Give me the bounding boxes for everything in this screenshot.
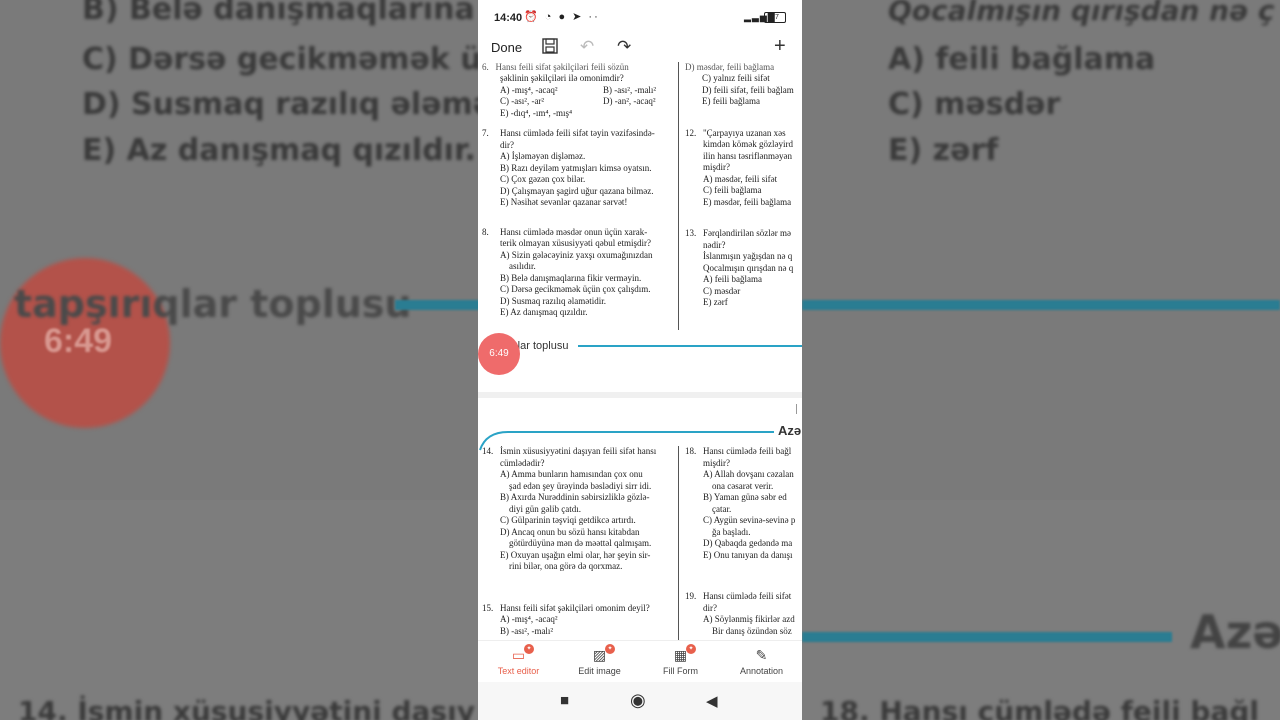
q19-text: Hansı cümlədə feili sifət dir? A) Söylən… (703, 591, 795, 636)
q7-text: Hansı cümlədə feili sifət təyin vəzifəsi… (500, 128, 655, 207)
editor-toolbar: Done ↶ ↷ + (478, 34, 802, 62)
q12-text: "Çarpayıya uzanan xəs kimdən kömək gözlə… (703, 127, 793, 207)
notification-icons: ⏰ ◔ ● ➤ ·· (524, 11, 600, 23)
home-icon[interactable]: ◉ (630, 690, 646, 711)
q6-text: şəklinin şəkilçiləri ilə omonimdir? (500, 73, 624, 83)
q13-number: 13. (685, 228, 697, 238)
bg-text-line: E) Az danışmaq qızıldır. (82, 133, 476, 168)
bg-text-right: C) məsdər (888, 87, 1061, 122)
edit-image-icon: ▨ ✦ (559, 644, 640, 664)
status-bar: 14:40 ⏰ ◔ ● ➤ ·· ▂▃▅▇ 77 (478, 0, 802, 34)
add-icon[interactable]: + (774, 35, 786, 58)
bg-text-line: C) Dərsə gecikməmək üç (82, 42, 500, 77)
question-15: 15. Hansı feili sifət şəkilçiləri omonim… (482, 603, 675, 638)
bg-text-right: E) zərf (888, 133, 999, 168)
question-14: 14. İsmin xüsusiyyətini daşıyan feili si… (482, 446, 675, 573)
question-8: 8. Hansı cümlədə məsdər onun üçün xarak-… (482, 227, 675, 319)
bg-teal-line (395, 300, 480, 310)
bg-teal-line (802, 300, 1280, 310)
record-timer-button[interactable]: 6:49 (478, 333, 520, 375)
column-divider (678, 446, 679, 640)
q13-text: Fərqləndirilən sözlər mə nədir? İslanmış… (703, 228, 794, 307)
fill-form-icon: ▦ ✦ (640, 644, 721, 664)
pro-badge-icon: ✦ (686, 644, 696, 654)
tab-label: Annotation (739, 666, 784, 676)
q18-text: Hansı cümlədə feili bağl mişdir? A) Alla… (703, 446, 796, 560)
q6-option-c: C) -ası², -ar² (500, 96, 545, 106)
bg-text-right: A) feili bağlama (888, 42, 1156, 77)
phone-screen: 14:40 ⏰ ◔ ● ➤ ·· ▂▃▅▇ 77 Done ↶ ↷ + 6. H… (478, 0, 802, 720)
page-bottom-left-column: 14. İsmin xüsusiyyətini daşıyan feili si… (482, 446, 675, 637)
bg-text-line: D) Susmaq razılıq ələmət (82, 87, 508, 122)
question-12: 12. "Çarpayıya uzanan xəs kimdən kömək g… (685, 128, 802, 209)
tab-label: Text editor (497, 666, 540, 676)
section-title-aze: Azə (778, 423, 802, 438)
q8-number: 8. (482, 226, 489, 237)
bg-text-line: B) Belə danışmaqlarına f (82, 0, 499, 27)
q7-number: 7. (482, 128, 489, 138)
page-bottom-right-column: 18. Hansı cümlədə feili bağl mişdir? A) … (685, 446, 802, 637)
tab-annotation[interactable]: ✎ Annotation (721, 641, 802, 683)
bg-section-label: tapşırıqlar toplusu (14, 282, 412, 326)
annotation-icon: ✎ (755, 647, 768, 663)
question-13: 13. Fərqləndirilən sözlər mə nədir? İsla… (685, 228, 802, 309)
bg-text-right: Qocalmışın qırışdan nə ç (888, 0, 1275, 27)
q6-option-d: D) -an², -acaq² (603, 96, 656, 106)
q15-text: Hansı feili sifət şəkilçiləri omonim dey… (500, 602, 650, 636)
page-gap (478, 392, 802, 398)
column-divider (678, 62, 679, 330)
bg-bottom-right: 18. Hansı cümlədə feili bağl (820, 695, 1259, 720)
pro-badge-icon: ✦ (605, 644, 615, 654)
tab-text-editor[interactable]: ▭ ✦ Text editor (478, 641, 559, 683)
undo-icon[interactable]: ↶ (580, 37, 594, 57)
section-divider-line (578, 345, 802, 347)
page-top-left-column: 6. Hansı feili sifət şəkilçiləri feili s… (482, 62, 675, 319)
q6-options-row2: C) -ası², -ar² D) -an², -acaq² (482, 96, 675, 108)
battery-icon: 77 (764, 12, 786, 23)
tab-edit-image[interactable]: ▨ ✦ Edit image (559, 641, 640, 683)
q8-text: Hansı cümlədə məsdər onun üçün xarak- te… (500, 226, 653, 318)
q6-option-e: E) -dıq⁴, -ım⁴, -mış⁴ (500, 107, 573, 118)
question-7: 7. Hansı cümlədə feili sifət təyin vəzif… (482, 128, 675, 209)
bg-teal-line (802, 632, 1172, 642)
q12-number: 12. (685, 127, 697, 138)
page-top-right-column: D) məsdər, feili bağlama C) yalnız feili… (685, 62, 802, 309)
save-icon[interactable] (541, 37, 559, 60)
q6-option-a: A) -mış⁴, -acaq² (500, 84, 558, 95)
tab-label: Edit image (578, 666, 621, 676)
bottom-tab-bar: ▭ ✦ Text editor ▨ ✦ Edit image ▦ ✦ Fill For… (478, 640, 802, 683)
cut-line: 6. Hansı feili sifət şəkilçiləri feili s… (482, 62, 629, 72)
q14-text: İsmin xüsusiyyətini daşıyan feili sifət … (500, 446, 657, 571)
recents-icon[interactable]: ■ (560, 692, 569, 709)
q14-number: 14. (482, 446, 494, 456)
q19-number: 19. (685, 591, 697, 601)
system-nav-bar: ■ ◉ ◀ (478, 682, 802, 720)
pro-badge-icon: ✦ (524, 644, 534, 654)
bg-timer: 6:49 (44, 322, 113, 360)
cut-line: D) məsdər, feili bağlama (685, 62, 775, 72)
q6-options-row1: A) -mış⁴, -acaq² B) -ası², -malı² (482, 85, 675, 97)
q18-number: 18. (685, 446, 697, 456)
page-edge-mark (796, 404, 797, 414)
document-view[interactable]: 6. Hansı feili sifət şəkilçiləri feili s… (478, 62, 802, 640)
redo-icon[interactable]: ↷ (617, 37, 631, 57)
text-editor-icon: ▭ ✦ (478, 644, 559, 664)
tab-label: Fill Form (663, 666, 698, 676)
q15-number: 15. (482, 602, 494, 613)
bg-bottom-left: 14. İsmin xüsusiyyətini daşıy (18, 695, 475, 720)
q6-option-b: B) -ası², -malı² (603, 84, 657, 95)
bg-aze: Azə (1190, 605, 1280, 659)
back-icon[interactable]: ◀ (706, 692, 718, 710)
status-time: 14:40 (494, 12, 523, 24)
done-button[interactable]: Done (491, 40, 522, 55)
question-19: 19. Hansı cümlədə feili sifət dir? A) Sö… (685, 591, 802, 637)
q11-options: C) yalnız feili sifət D) feili sifət, fe… (702, 73, 794, 106)
question-18: 18. Hansı cümlədə feili bağl mişdir? A) … (685, 446, 802, 561)
tab-fill-form[interactable]: ▦ ✦ Fill Form (640, 641, 721, 683)
